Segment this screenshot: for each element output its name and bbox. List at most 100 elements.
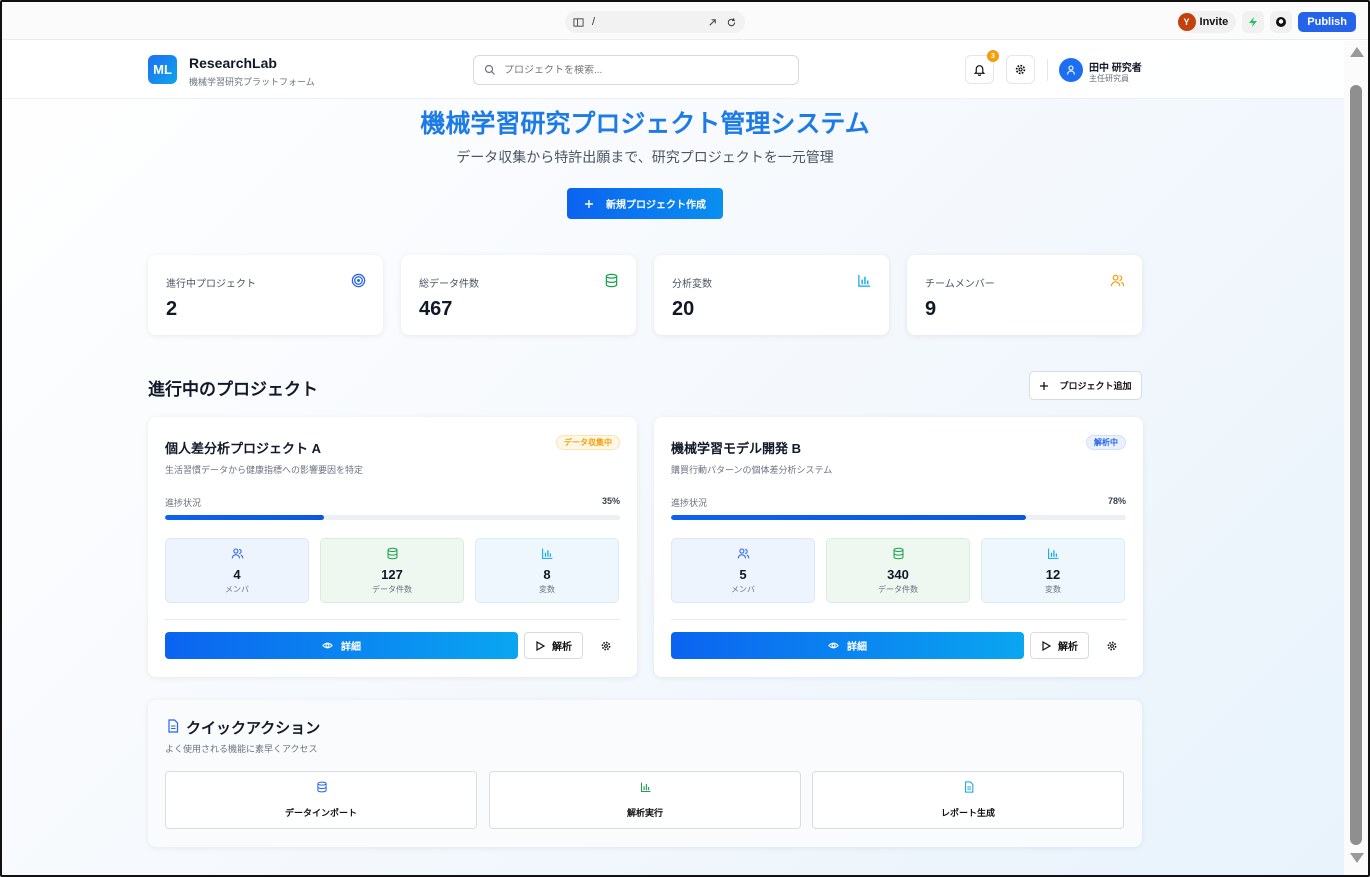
members-label: メンバ [225, 585, 249, 594]
brand-name: ResearchLab [189, 55, 277, 71]
card-divider [671, 619, 1126, 620]
run-analysis-button[interactable]: 解析実行 [489, 771, 801, 829]
detail-button[interactable]: 詳細 [671, 632, 1024, 659]
project-title: 個人差分析プロジェクト A [165, 441, 322, 456]
bar-chart-icon [641, 782, 651, 792]
search-input[interactable] [504, 64, 784, 76]
detail-button[interactable]: 詳細 [165, 632, 518, 659]
generate-report-button[interactable]: レポート生成 [812, 771, 1124, 829]
variables-label: 変数 [1045, 585, 1061, 594]
page-viewport: ML ResearchLab 機械学習研究プラットフォーム 3 田中 研究者 主… [2, 41, 1344, 875]
project-card: 機械学習モデル開発 B 解析中 購買行動パターンの個体差分析システム 進捗状況 … [654, 417, 1143, 677]
add-project-label: プロジェクト追加 [1059, 381, 1132, 391]
vertical-scrollbar[interactable] [1344, 41, 1368, 875]
progress-fill [165, 515, 325, 520]
data-count-value: 127 [381, 567, 403, 582]
url-bar[interactable]: / [565, 11, 745, 33]
invite-avatar: Y [1177, 13, 1196, 31]
stat-value: 2 [166, 298, 178, 320]
user-name: 田中 研究者 [1089, 63, 1142, 74]
database-icon [605, 273, 618, 288]
members-stat: 5 メンバ [671, 538, 815, 603]
stat-value: 9 [925, 298, 937, 320]
stat-card-total-data: 総データ件数 467 [401, 255, 636, 335]
members-label: メンバ [731, 585, 755, 594]
database-icon [317, 781, 327, 793]
bar-chart-icon [858, 274, 871, 287]
stat-value: 467 [419, 298, 453, 320]
gear-icon [1015, 64, 1026, 75]
invite-button[interactable]: Y Invite [1177, 11, 1237, 33]
analyze-button[interactable]: 解析 [524, 632, 583, 659]
stat-card-active-projects: 進行中プロジェクト 2 [148, 255, 383, 335]
stat-label: チームメンバー [925, 279, 995, 290]
progress-label: 進捗状況 [165, 498, 202, 508]
user-avatar[interactable] [1059, 58, 1083, 82]
new-project-button[interactable]: 新規プロジェクト作成 [567, 188, 723, 219]
members-stat: 4 メンバ [165, 538, 309, 603]
invite-label: Invite [1199, 16, 1229, 28]
logo[interactable]: ML [148, 55, 177, 84]
scroll-up-arrow-icon[interactable] [1350, 47, 1364, 57]
github-button[interactable] [1270, 11, 1293, 33]
stat-value: 20 [672, 298, 695, 320]
settings-button[interactable] [1006, 55, 1035, 84]
stat-card-team-members: チームメンバー 9 [907, 255, 1142, 335]
new-project-label: 新規プロジェクト作成 [606, 200, 706, 211]
bolt-button[interactable] [1242, 11, 1265, 33]
variables-label: 変数 [539, 585, 555, 594]
target-icon [351, 273, 366, 288]
members-value: 4 [233, 567, 241, 582]
header-divider [1047, 59, 1048, 81]
project-settings-button[interactable] [591, 632, 620, 659]
project-settings-button[interactable] [1097, 632, 1126, 659]
page-title: 機械学習研究プロジェクト管理システム [420, 110, 870, 138]
data-count-label: データ件数 [372, 585, 412, 594]
scroll-thumb[interactable] [1350, 85, 1362, 845]
variables-value: 8 [543, 567, 551, 582]
variables-stat: 12 変数 [981, 538, 1125, 603]
add-project-button[interactable]: プロジェクト追加 [1029, 371, 1142, 400]
database-icon [893, 547, 904, 560]
open-external-icon[interactable] [707, 17, 718, 28]
bar-chart-icon [542, 548, 553, 559]
card-divider [165, 619, 620, 620]
stat-card-variables: 分析変数 20 [654, 255, 889, 335]
brand-subtitle: 機械学習研究プラットフォーム [189, 77, 315, 87]
browser-toolbar: / Y Invite Publish [2, 2, 1368, 40]
analyze-label: 解析 [1058, 642, 1078, 653]
sidebar-toggle-icon[interactable] [573, 17, 584, 28]
reload-icon[interactable] [726, 17, 737, 28]
gear-icon [1107, 641, 1116, 650]
search-box[interactable] [473, 55, 799, 85]
plus-icon [1040, 381, 1049, 390]
bell-icon [973, 65, 986, 76]
user-role: 主任研究員 [1089, 74, 1129, 83]
progress-label: 進捗状況 [671, 498, 708, 508]
progress-percent: 35% [601, 496, 620, 506]
data-import-button[interactable]: データインポート [165, 771, 477, 829]
publish-button[interactable]: Publish [1298, 12, 1356, 32]
toolbar-actions: Y Invite Publish [1177, 11, 1356, 33]
detail-label: 詳細 [847, 642, 867, 653]
app-window: / Y Invite Publish ML ResearchLab 機械学習研究… [0, 0, 1370, 877]
stat-label: 進行中プロジェクト [166, 279, 256, 290]
app-header: ML ResearchLab 機械学習研究プラットフォーム 3 田中 研究者 主… [2, 41, 1344, 99]
data-count-value: 340 [887, 567, 909, 582]
progress-bar [671, 515, 1126, 520]
analyze-label: 解析 [552, 642, 572, 653]
notifications-button[interactable]: 3 [965, 50, 999, 84]
progress-fill [671, 515, 1026, 520]
bar-chart-icon [1048, 548, 1059, 559]
project-description: 生活習慣データから健康指標への影響要因を特定 [165, 465, 364, 475]
page-subtitle: データ収集から特許出願まで、研究プロジェクトを一元管理 [456, 149, 834, 165]
file-text-icon [965, 781, 974, 793]
data-count-label: データ件数 [878, 585, 918, 594]
database-icon [387, 547, 398, 560]
url-text[interactable]: / [592, 16, 699, 28]
scroll-down-arrow-icon[interactable] [1350, 853, 1364, 863]
variables-stat: 8 変数 [475, 538, 619, 603]
stat-label: 分析変数 [672, 279, 712, 290]
analyze-button[interactable]: 解析 [1030, 632, 1089, 659]
search-icon [484, 64, 495, 75]
